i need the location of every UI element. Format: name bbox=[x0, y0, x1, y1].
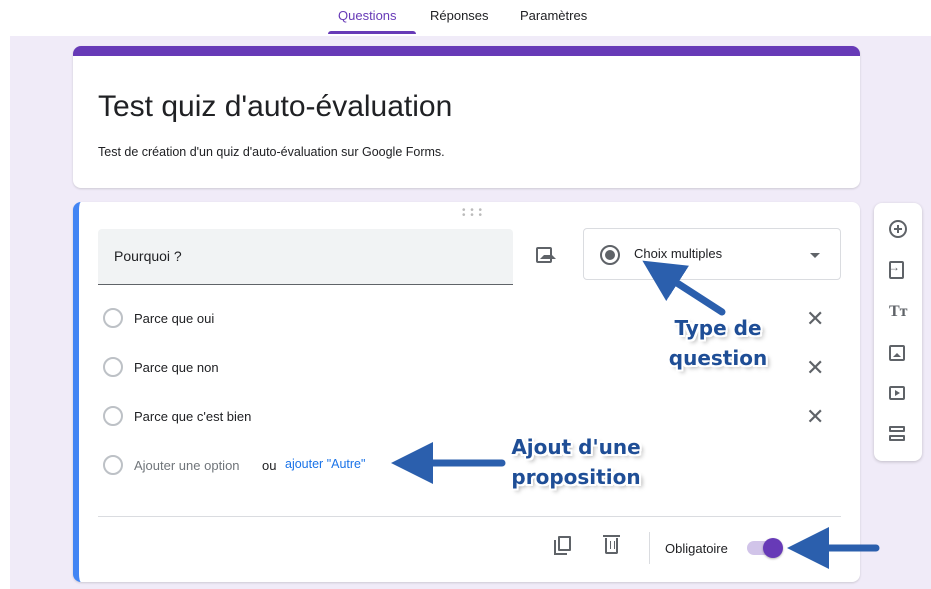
annotation-question-type: Type de question bbox=[664, 313, 772, 373]
annotation-line: question bbox=[668, 346, 768, 370]
annotation-arrows bbox=[391, 260, 880, 569]
annotation-add-option: Ajout d'une proposition bbox=[508, 432, 644, 492]
annotation-line: Ajout d'une bbox=[511, 435, 641, 459]
arrow-to-question-type bbox=[642, 260, 726, 316]
annotation-line: proposition bbox=[511, 465, 641, 489]
annotation-line: Type de bbox=[674, 316, 762, 340]
